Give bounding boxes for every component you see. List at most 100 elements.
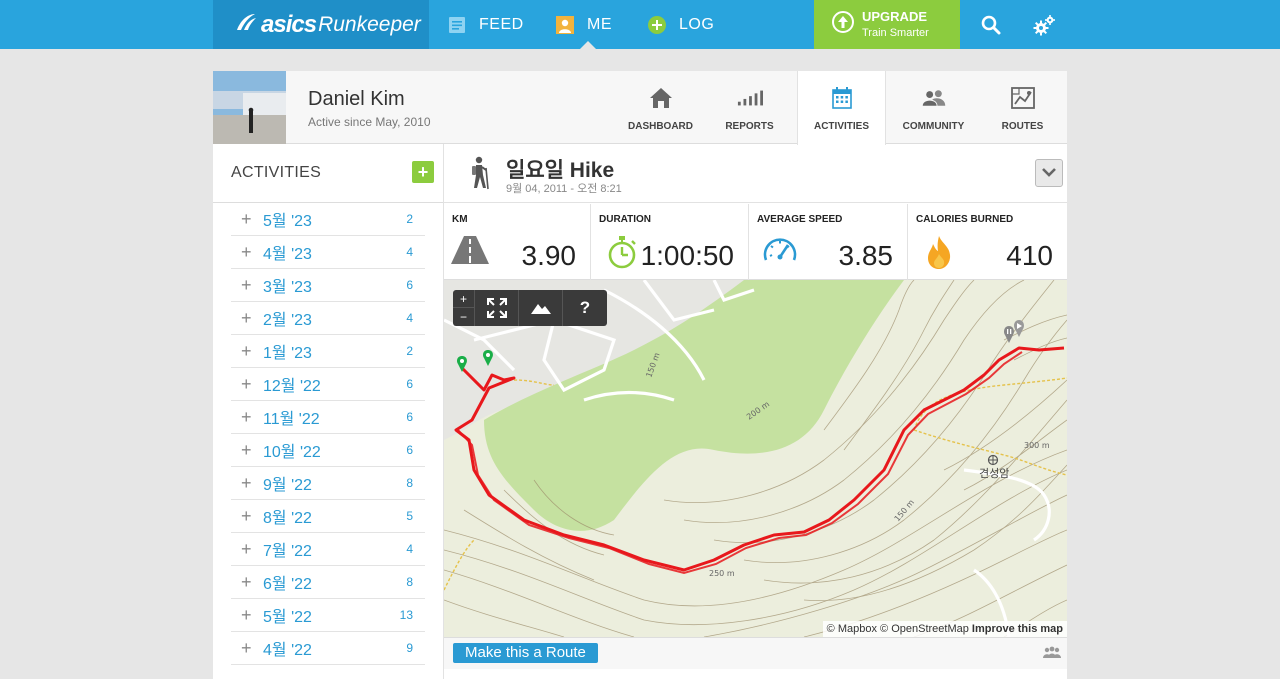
month-activity-count: 4 <box>406 245 413 259</box>
flame-icon <box>924 234 962 270</box>
stat-average-speed: AVERAGE SPEED 3.85 <box>749 204 908 280</box>
tab-dashboard[interactable]: DASHBOARD <box>616 71 705 144</box>
activity-stats: KM 3.90 DURATION 1:00:50 AVERAGE SPEED 3… <box>444 204 1067 280</box>
avatar[interactable] <box>213 71 286 144</box>
month-activity-count: 13 <box>399 608 413 622</box>
month-list-item[interactable]: +4월 '23 4 <box>231 236 425 269</box>
month-list-item[interactable]: +5월 '22 13 <box>231 599 425 632</box>
profile-name: Daniel Kim <box>308 88 405 110</box>
month-label[interactable]: 9월 '22 <box>263 471 312 495</box>
expand-plus-icon[interactable]: + <box>241 375 255 393</box>
month-list-item[interactable]: +8월 '22 5 <box>231 500 425 533</box>
month-list-item[interactable]: +6월 '22 8 <box>231 566 425 599</box>
nav-me-label: ME <box>587 15 612 33</box>
expand-plus-icon[interactable]: + <box>241 276 255 294</box>
month-list-item[interactable]: +7월 '22 4 <box>231 533 425 566</box>
month-label[interactable]: 3월 '23 <box>263 273 312 297</box>
runkeeper-logo[interactable]: asics Runkeeper <box>213 0 429 49</box>
month-label[interactable]: 4월 '22 <box>263 636 312 660</box>
month-label[interactable]: 2월 '23 <box>263 306 312 330</box>
road-icon <box>450 234 489 270</box>
fullscreen-button[interactable] <box>475 290 519 326</box>
month-label[interactable]: 10월 '22 <box>263 438 321 462</box>
nav-log[interactable]: LOG <box>648 0 714 49</box>
calendar-icon <box>829 85 855 111</box>
month-activity-count: 8 <box>406 575 413 589</box>
zoom-out-button[interactable]: − <box>453 308 475 326</box>
month-label[interactable]: 6월 '22 <box>263 570 312 594</box>
expand-plus-icon[interactable]: + <box>241 210 255 228</box>
month-list-item[interactable]: +10월 '22 6 <box>231 434 425 467</box>
expand-plus-icon[interactable]: + <box>241 243 255 261</box>
temple-poi-icon <box>987 454 999 466</box>
bar-chart-icon <box>737 85 763 111</box>
tab-activities[interactable]: ACTIVITIES <box>797 71 886 145</box>
chevron-down-icon <box>1042 164 1056 182</box>
osm-attribution-link[interactable]: © OpenStreetMap <box>880 623 969 635</box>
route-map[interactable]: 견성암 150 m 200 m 250 m 300 m 150 m + − ? … <box>444 280 1067 637</box>
expand-plus-icon[interactable]: + <box>241 639 255 657</box>
nav-log-label: LOG <box>679 15 715 33</box>
expand-plus-icon[interactable]: + <box>241 507 255 525</box>
expand-plus-icon[interactable]: + <box>241 441 255 459</box>
expand-plus-icon[interactable]: + <box>241 309 255 327</box>
top-nav-bar: asics Runkeeper FEED ME LOG UPGRADE Trai… <box>0 0 1280 49</box>
terrain-button[interactable] <box>519 290 563 326</box>
stat-duration-value: 1:00:50 <box>640 240 734 271</box>
main-card: Daniel Kim Active since May, 2010 DASHBO… <box>213 71 1067 679</box>
group-icon[interactable] <box>1043 646 1061 660</box>
upgrade-button[interactable]: UPGRADE Train Smarter <box>814 0 960 49</box>
month-label[interactable]: 1월 '23 <box>263 339 312 363</box>
month-label[interactable]: 11월 '22 <box>263 405 320 429</box>
month-list-item[interactable]: +3월 '23 6 <box>231 269 425 302</box>
month-label[interactable]: 8월 '22 <box>263 504 312 528</box>
stat-speed-value: 3.85 <box>838 240 894 271</box>
month-list-item[interactable]: +1월 '23 2 <box>231 335 425 368</box>
expand-plus-icon[interactable]: + <box>241 474 255 492</box>
people-icon <box>921 85 947 111</box>
month-list-item[interactable]: +12월 '22 6 <box>231 368 425 401</box>
place-label: 견성암 <box>979 467 1009 480</box>
expand-plus-icon[interactable]: + <box>241 540 255 558</box>
month-list-item[interactable]: +2월 '23 4 <box>231 302 425 335</box>
search-icon[interactable] <box>980 14 1002 36</box>
stat-duration: DURATION 1:00:50 <box>591 204 749 280</box>
speedometer-icon <box>761 234 799 270</box>
month-list-item[interactable]: +11월 '22 6 <box>231 401 425 434</box>
mapbox-attribution-link[interactable]: © Mapbox <box>827 623 877 635</box>
tab-reports[interactable]: REPORTS <box>705 71 794 144</box>
log-plus-icon <box>648 15 666 34</box>
nav-feed[interactable]: FEED <box>448 0 524 49</box>
nav-feed-label: FEED <box>479 15 524 33</box>
tab-routes[interactable]: ROUTES <box>978 71 1067 144</box>
month-list-item[interactable]: +4월 '22 9 <box>231 632 425 665</box>
month-activity-count: 5 <box>406 509 413 523</box>
month-label[interactable]: 4월 '23 <box>263 240 312 264</box>
expand-plus-icon[interactable]: + <box>241 342 255 360</box>
month-label[interactable]: 5월 '23 <box>263 207 312 231</box>
month-label[interactable]: 12월 '22 <box>263 372 321 396</box>
map-icon <box>1010 85 1036 111</box>
tab-activities-label: ACTIVITIES <box>813 121 869 132</box>
settings-gear-icon[interactable] <box>1032 14 1055 36</box>
month-activity-count: 6 <box>406 278 413 292</box>
expand-plus-icon[interactable]: + <box>241 573 255 591</box>
expand-plus-icon[interactable]: + <box>241 408 255 426</box>
tab-community[interactable]: COMMUNITY <box>889 71 978 144</box>
month-list: +5월 '23 2 +4월 '23 4 +3월 '23 6 +2월 '23 4 +1월 '23 2… <box>213 203 443 665</box>
fullscreen-icon <box>486 298 507 318</box>
map-help-button[interactable]: ? <box>563 290 607 326</box>
zoom-in-button[interactable]: + <box>452 290 475 308</box>
month-label[interactable]: 7월 '22 <box>263 537 312 561</box>
tab-community-label: COMMUNITY <box>902 121 965 132</box>
make-route-button[interactable]: Make this a Route <box>453 643 598 663</box>
map-canvas: 견성암 150 m 200 m 250 m 300 m 150 m <box>444 280 1067 637</box>
improve-map-link[interactable]: Improve this map <box>972 623 1063 635</box>
month-list-item[interactable]: +9월 '22 8 <box>231 467 425 500</box>
month-label[interactable]: 5월 '22 <box>263 603 312 627</box>
activity-options-dropdown[interactable] <box>1035 159 1063 187</box>
expand-plus-icon[interactable]: + <box>241 606 255 624</box>
add-activity-button[interactable]: + <box>412 161 434 183</box>
hiker-icon <box>468 156 492 190</box>
month-list-item[interactable]: +5월 '23 2 <box>231 203 425 236</box>
